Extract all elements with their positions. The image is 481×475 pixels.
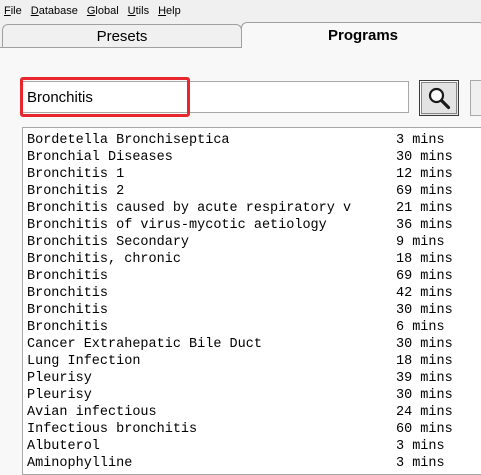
program-name: Bordetella Bronchiseptica [27, 133, 230, 148]
program-name: Bronchitis caused by acute respiratory v [27, 201, 352, 216]
program-name: Bronchitis Secondary [27, 235, 190, 250]
menu-help[interactable]: Help [158, 0, 181, 22]
program-duration: 24 mins [396, 405, 453, 420]
program-duration: 30 mins [396, 303, 453, 318]
menu-utils-accel: U [127, 5, 136, 17]
program-duration: 69 mins [396, 184, 453, 199]
list-item[interactable]: Albuterol 3 mins [23, 438, 481, 455]
program-name: Aminophylline [27, 456, 133, 471]
menu-help-rest: elp [166, 5, 181, 17]
program-name: Cancer Extrahepatic Bile Duct [27, 337, 262, 352]
list-item[interactable]: Bronchitis 30 mins [23, 302, 481, 319]
list-item[interactable]: Pleurisy 30 mins [23, 387, 481, 404]
list-item[interactable]: Bronchitis 1 12 mins [23, 166, 481, 183]
menu-bar: File Database Global Utils Help [0, 0, 481, 22]
list-item[interactable]: Bronchitis Secondary 9 mins [23, 234, 481, 251]
menu-file[interactable]: File [4, 0, 22, 22]
program-duration: 30 mins [396, 150, 453, 165]
program-duration: 21 mins [396, 201, 453, 216]
menu-file-rest: ile [10, 5, 22, 17]
list-item[interactable]: Bronchitis 2 69 mins [23, 183, 481, 200]
program-duration: 6 mins [396, 320, 445, 335]
program-name: Avian infectious [27, 405, 157, 420]
program-duration: 36 mins [396, 218, 453, 233]
program-duration: 30 mins [396, 337, 453, 352]
program-duration: 39 mins [396, 371, 453, 386]
program-name: Pleurisy [27, 371, 92, 386]
tab-presets[interactable]: Presets [2, 24, 242, 48]
search-input[interactable] [22, 81, 409, 113]
menu-file-accel: F [4, 5, 11, 17]
list-item[interactable]: Bronchitis, chronic 18 mins [23, 251, 481, 268]
program-name: Bronchitis [27, 286, 109, 301]
program-name: Bronchial Diseases [27, 150, 173, 165]
list-item[interactable]: Avian infectious 24 mins [23, 404, 481, 421]
list-item[interactable]: Bronchitis caused by acute respiratory v… [23, 200, 481, 217]
program-duration: 3 mins [396, 133, 445, 148]
menu-global-rest: lobal [95, 5, 119, 17]
program-duration: 18 mins [396, 252, 453, 267]
program-name: Bronchitis of virus-mycotic aetiology [27, 218, 327, 233]
list-item[interactable]: Bronchitis 6 mins [23, 319, 481, 336]
menu-utils-rest: tils [135, 5, 150, 17]
list-item[interactable]: Bronchitis 69 mins [23, 268, 481, 285]
program-duration: 60 mins [396, 422, 453, 437]
clipped-button-edge[interactable] [470, 80, 481, 116]
program-duration: 42 mins [396, 286, 453, 301]
tab-divider [0, 47, 242, 48]
menu-database-accel: D [30, 5, 39, 17]
menu-help-accel: H [158, 5, 167, 17]
list-item[interactable]: Cancer Extrahepatic Bile Duct 30 mins [23, 336, 481, 353]
program-name: Bronchitis [27, 303, 109, 318]
list-item[interactable]: Bordetella Bronchiseptica 3 mins [23, 132, 481, 149]
program-duration: 12 mins [396, 167, 453, 182]
program-duration: 69 mins [396, 269, 453, 284]
menu-database[interactable]: Database [31, 0, 78, 22]
menu-global[interactable]: Global [87, 0, 119, 22]
tab-strip: Presets Programs [0, 22, 481, 48]
list-item[interactable]: Bronchitis of virus-mycotic aetiology 36 … [23, 217, 481, 234]
program-name: Pleurisy [27, 388, 92, 403]
magnifier-icon [428, 87, 451, 110]
menu-database-rest: atabase [38, 5, 78, 17]
tab-programs[interactable]: Programs [241, 22, 481, 48]
program-name: Bronchitis 1 [27, 167, 125, 182]
list-item[interactable]: Infectious bronchitis 60 mins [23, 421, 481, 438]
results-list[interactable]: Bordetella Bronchiseptica 3 mins Bronchial… [22, 127, 481, 475]
program-name: Bronchitis, chronic [27, 252, 181, 267]
list-item[interactable]: Bronchial Diseases 30 mins [23, 149, 481, 166]
program-duration: 9 mins [396, 235, 445, 250]
menu-utils[interactable]: Utils [128, 0, 149, 22]
program-duration: 3 mins [396, 456, 445, 471]
program-name: Bronchitis 2 [27, 184, 125, 199]
list-item[interactable]: Bronchitis 42 mins [23, 285, 481, 302]
program-name: Bronchitis [27, 269, 109, 284]
list-item[interactable]: Lung Infection 18 mins [23, 353, 481, 370]
list-item[interactable]: Pleurisy 39 mins [23, 370, 481, 387]
program-name: Bronchitis [27, 320, 109, 335]
program-name: Albuterol [27, 439, 100, 454]
program-duration: 30 mins [396, 388, 453, 403]
program-name: Lung Infection [27, 354, 141, 369]
program-duration: 18 mins [396, 354, 453, 369]
list-item[interactable]: Aminophylline 3 mins [23, 455, 481, 472]
program-duration: 3 mins [396, 439, 445, 454]
program-name: Infectious bronchitis [27, 422, 198, 437]
search-button[interactable] [419, 80, 459, 116]
